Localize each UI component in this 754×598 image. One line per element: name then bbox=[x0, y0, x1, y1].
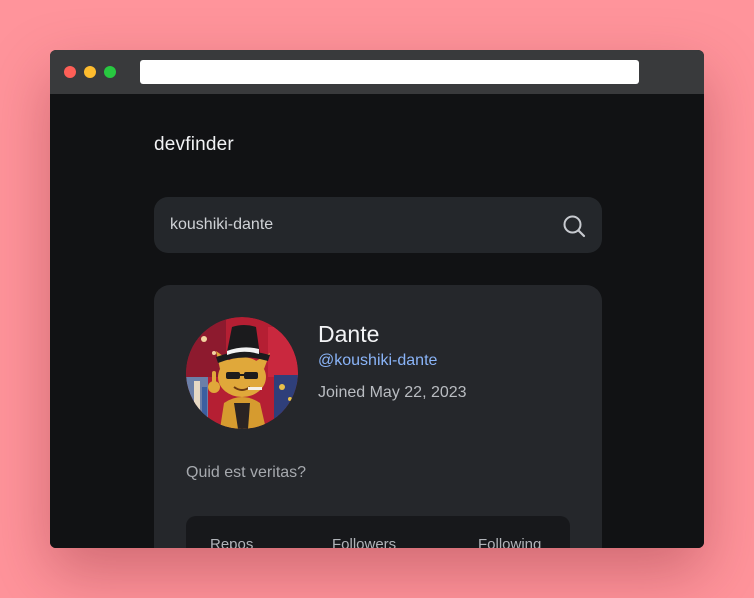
stat-label-followers: Followers bbox=[332, 536, 397, 548]
profile-name: Dante bbox=[318, 321, 380, 347]
address-bar[interactable] bbox=[140, 60, 639, 84]
search-bar bbox=[154, 197, 602, 253]
profile-bio: Quid est veritas? bbox=[186, 464, 307, 481]
cat-avatar-icon bbox=[186, 317, 298, 429]
avatar bbox=[186, 317, 298, 429]
app-brand: devfinder bbox=[154, 134, 234, 155]
minimize-window-button[interactable] bbox=[84, 66, 96, 78]
page-viewport: devfinder koushiki-dante Dante @koushiki… bbox=[50, 94, 704, 548]
search-icon[interactable] bbox=[562, 214, 586, 238]
close-window-button[interactable] bbox=[64, 66, 76, 78]
profile-handle-link[interactable]: @koushiki-dante bbox=[318, 352, 437, 370]
browser-titlebar bbox=[50, 50, 704, 94]
maximize-window-button[interactable] bbox=[104, 66, 116, 78]
stat-label-following: Following bbox=[478, 536, 542, 548]
stat-label-repos: Repos bbox=[210, 536, 254, 548]
stats-panel: Repos Followers Following bbox=[186, 516, 570, 548]
browser-window: devfinder koushiki-dante Dante @koushiki… bbox=[50, 50, 704, 548]
search-input[interactable] bbox=[170, 197, 550, 253]
joined-date: Joined May 22, 2023 bbox=[318, 384, 467, 401]
profile-card: Dante @koushiki-dante Joined May 22, 202… bbox=[154, 285, 602, 548]
